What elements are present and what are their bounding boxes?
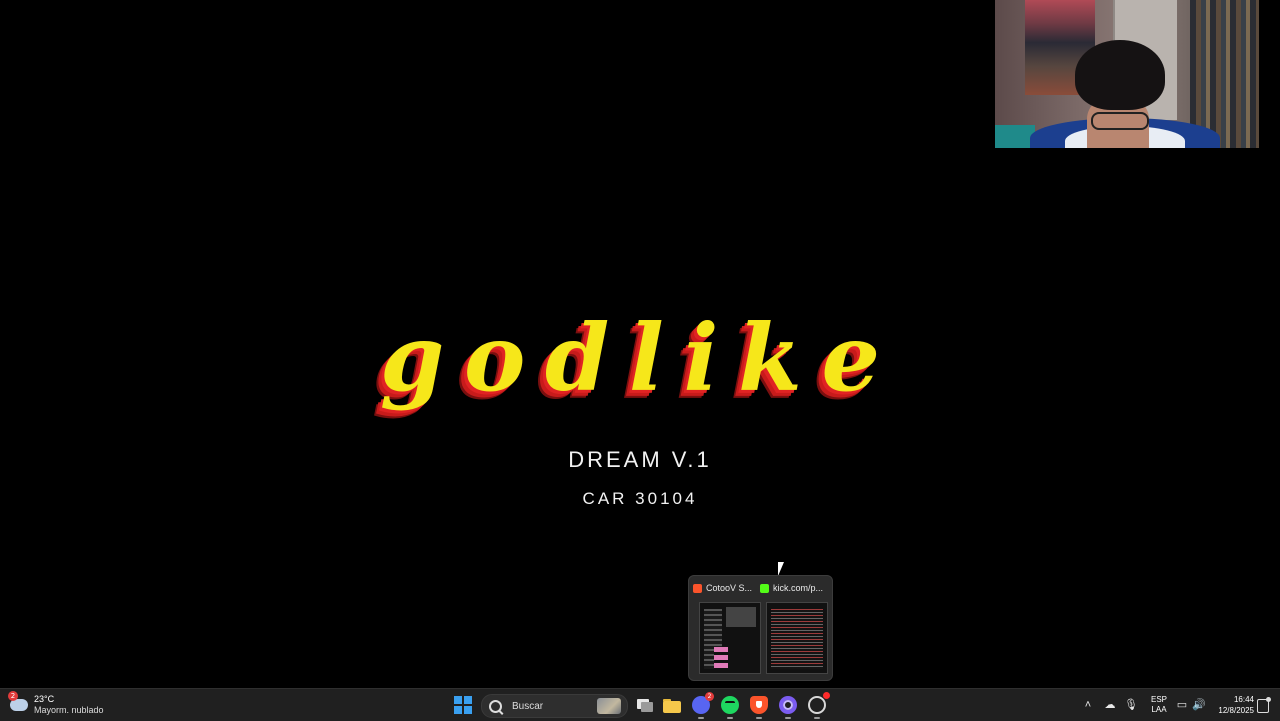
title-letter: g bbox=[380, 303, 445, 412]
title-letter: e bbox=[821, 303, 880, 412]
microphone-icon[interactable]: 🎙 bbox=[1124, 698, 1138, 712]
keyboard-layout: LAA bbox=[1151, 705, 1167, 714]
title-letter: k bbox=[738, 303, 802, 412]
system-tray: ˄ ☁ 🎙 ESP LAA ▭ 🔊 16:44 12/8/2025 bbox=[0, 689, 1280, 721]
title-letter: o bbox=[463, 303, 526, 412]
preview-window-kick[interactable]: kick.com/p... bbox=[760, 580, 828, 676]
game-subtitle: DREAM V.1 bbox=[568, 447, 712, 472]
webcam-overlay bbox=[995, 0, 1259, 148]
game-title-logo: godlike bbox=[380, 300, 880, 415]
desktop: godlike DREAM V.1 CAR 30104 CotooV S... … bbox=[0, 0, 1280, 688]
brave-icon bbox=[693, 583, 702, 593]
preview-window-brave[interactable]: CotooV S... bbox=[693, 580, 761, 676]
kick-icon bbox=[760, 583, 769, 593]
preview-window-label: CotooV S... bbox=[706, 583, 753, 593]
webcam-object bbox=[995, 125, 1035, 148]
cloud-off-icon[interactable]: ☁ bbox=[1103, 698, 1117, 712]
title-letter: i bbox=[683, 303, 719, 412]
title-letter: d bbox=[544, 303, 610, 412]
webcam-person-glasses bbox=[1091, 112, 1149, 130]
volume-icon[interactable]: 🔊 bbox=[1192, 698, 1206, 712]
taskbar-window-preview: CotooV S... kick.com/p... bbox=[688, 575, 833, 681]
chevron-up-icon[interactable]: ˄ bbox=[1081, 698, 1095, 712]
mouse-cursor-icon bbox=[778, 562, 790, 576]
language-indicator[interactable]: ESP LAA bbox=[1149, 695, 1169, 715]
clock-date: 12/8/2025 bbox=[1218, 706, 1254, 715]
notification-icon[interactable] bbox=[1257, 697, 1271, 713]
game-code: CAR 30104 bbox=[582, 489, 698, 508]
language-code: ESP bbox=[1150, 695, 1167, 704]
clock[interactable]: 16:44 12/8/2025 bbox=[1206, 694, 1254, 716]
clock-time: 16:44 bbox=[1233, 695, 1254, 704]
preview-window-label: kick.com/p... bbox=[773, 583, 824, 593]
taskbar: 2 23°C Mayorm. nublado Buscar 2 ˄ ☁ 🎙 ES… bbox=[0, 688, 1280, 721]
preview-thumbnail bbox=[766, 602, 828, 674]
title-letter: l bbox=[628, 303, 664, 412]
network-icon[interactable]: ▭ bbox=[1175, 698, 1189, 712]
webcam-person-hair bbox=[1075, 40, 1165, 110]
preview-thumbnail bbox=[699, 602, 761, 674]
